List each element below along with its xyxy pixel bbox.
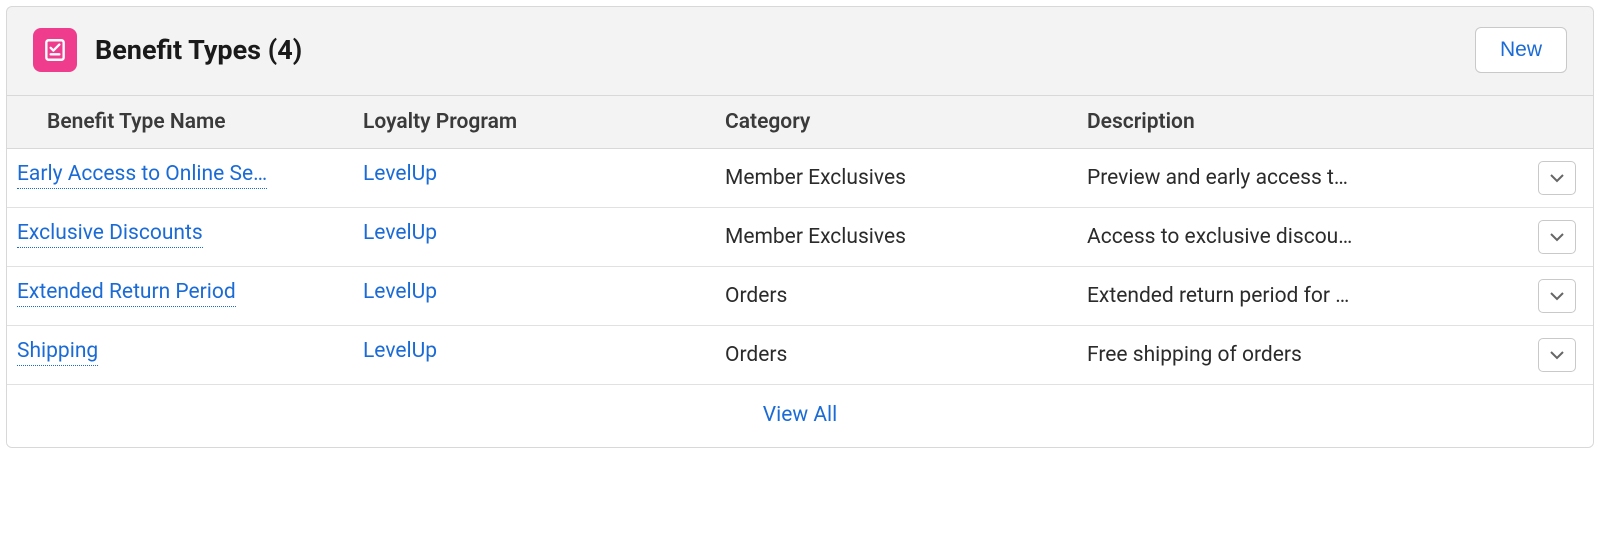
table-row: Shipping LevelUp Orders Free shipping of…: [7, 326, 1593, 385]
col-header-program[interactable]: Loyalty Program: [353, 110, 715, 134]
category-cell: Orders: [715, 284, 1077, 308]
description-cell: Access to exclusive discou…: [1077, 225, 1521, 249]
row-actions-button[interactable]: [1538, 279, 1576, 313]
table-row: Extended Return Period LevelUp Orders Ex…: [7, 267, 1593, 326]
benefit-type-icon: [33, 28, 77, 72]
category-cell: Orders: [715, 343, 1077, 367]
loyalty-program-link[interactable]: LevelUp: [363, 162, 437, 188]
new-button[interactable]: New: [1475, 27, 1567, 73]
loyalty-program-link[interactable]: LevelUp: [363, 221, 437, 247]
category-cell: Member Exclusives: [715, 225, 1077, 249]
column-headers: Benefit Type Name Loyalty Program Catego…: [7, 96, 1593, 149]
chevron-down-icon: [1550, 232, 1564, 242]
category-cell: Member Exclusives: [715, 166, 1077, 190]
col-header-description[interactable]: Description: [1077, 110, 1521, 134]
row-actions-button[interactable]: [1538, 220, 1576, 254]
col-header-actions: [1521, 110, 1593, 134]
table-row: Exclusive Discounts LevelUp Member Exclu…: [7, 208, 1593, 267]
table-row: Early Access to Online Se… LevelUp Membe…: [7, 149, 1593, 208]
benefit-name-link[interactable]: Shipping: [17, 339, 98, 366]
card-header: Benefit Types (4) New: [7, 7, 1593, 96]
chevron-down-icon: [1550, 350, 1564, 360]
description-cell: Extended return period for …: [1077, 284, 1521, 308]
loyalty-program-link[interactable]: LevelUp: [363, 339, 437, 365]
col-header-name[interactable]: Benefit Type Name: [7, 110, 353, 134]
view-all-link[interactable]: View All: [763, 403, 838, 427]
description-cell: Free shipping of orders: [1077, 343, 1521, 367]
row-actions-button[interactable]: [1538, 338, 1576, 372]
table-body: Early Access to Online Se… LevelUp Membe…: [7, 149, 1593, 385]
chevron-down-icon: [1550, 173, 1564, 183]
page-title: Benefit Types (4): [95, 34, 302, 66]
benefit-name-link[interactable]: Early Access to Online Se…: [17, 162, 267, 189]
benefit-name-link[interactable]: Extended Return Period: [17, 280, 236, 307]
chevron-down-icon: [1550, 291, 1564, 301]
col-header-category[interactable]: Category: [715, 110, 1077, 134]
benefit-types-card: Benefit Types (4) New Benefit Type Name …: [6, 6, 1594, 448]
title-group: Benefit Types (4): [33, 28, 302, 72]
loyalty-program-link[interactable]: LevelUp: [363, 280, 437, 306]
card-footer: View All: [7, 385, 1593, 447]
row-actions-button[interactable]: [1538, 161, 1576, 195]
benefit-name-link[interactable]: Exclusive Discounts: [17, 221, 203, 248]
description-cell: Preview and early access t…: [1077, 166, 1521, 190]
